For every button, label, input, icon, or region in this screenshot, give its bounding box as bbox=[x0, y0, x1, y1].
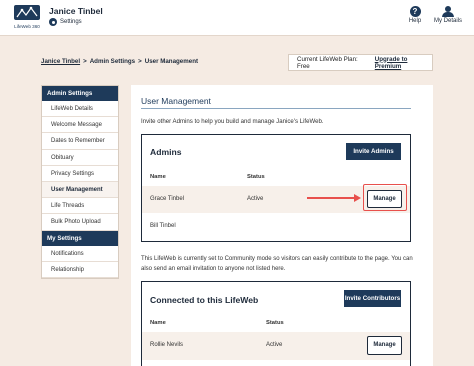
breadcrumb-separator: > bbox=[138, 58, 142, 65]
breadcrumb-item-user-management: User Management bbox=[144, 58, 199, 65]
help-label: Help bbox=[408, 18, 422, 24]
table-row: Rollie Nevils Active Manage bbox=[142, 332, 410, 360]
sidebar-item-dates-to-remember[interactable]: Dates to Remember bbox=[42, 133, 118, 150]
upgrade-link[interactable]: Upgrade to Premium bbox=[375, 56, 432, 70]
plan-box: Current LifeWeb Plan: Free Upgrade to Pr… bbox=[288, 54, 433, 71]
annotation-arrow-line bbox=[307, 197, 355, 199]
manage-button[interactable]: Manage bbox=[367, 336, 402, 355]
top-bar: LifeWeb 360 Janice Tinbel Settings ? Hel… bbox=[0, 0, 474, 36]
my-details-label: My Details bbox=[433, 18, 462, 24]
admin-name: Grace Tinbel bbox=[150, 196, 185, 202]
person-icon bbox=[442, 6, 454, 17]
sidebar-header-admin: Admin Settings bbox=[42, 86, 118, 101]
invite-admins-button[interactable]: Invite Admins bbox=[346, 143, 401, 160]
main-panel: User Management Invite other Admins to h… bbox=[131, 85, 433, 366]
sidebar-item-privacy-settings[interactable]: Privacy Settings bbox=[42, 166, 118, 182]
contributors-card: Connected to this LifeWeb Invite Contrib… bbox=[141, 281, 411, 366]
breadcrumb-item-janice[interactable]: Janice Tinbel bbox=[41, 58, 80, 65]
intro-text: Invite other Admins to help you build an… bbox=[141, 118, 324, 125]
logo-text: LifeWeb 360 bbox=[14, 24, 40, 29]
lifeweb-logo[interactable]: LifeWeb 360 bbox=[12, 4, 42, 30]
plan-text: Current LifeWeb Plan: Free bbox=[297, 55, 358, 70]
settings-label: Settings bbox=[60, 19, 82, 25]
sidebar: Admin Settings LifeWeb Details Welcome M… bbox=[41, 85, 119, 279]
table-row: Bill Tinbel bbox=[142, 213, 410, 240]
breadcrumb: Janice Tinbel > Admin Settings > User Ma… bbox=[41, 58, 198, 65]
contributor-status: Active bbox=[266, 342, 283, 348]
sidebar-item-notifications[interactable]: Notifications bbox=[42, 246, 118, 262]
admin-status: Active bbox=[247, 196, 264, 202]
annotation-arrow-icon bbox=[354, 194, 361, 202]
admins-title: Admins bbox=[150, 147, 182, 157]
sidebar-item-welcome-message[interactable]: Welcome Message bbox=[42, 117, 118, 134]
admin-name: Bill Tinbel bbox=[150, 223, 176, 229]
manage-button-highlight bbox=[363, 184, 407, 211]
sidebar-item-user-management[interactable]: User Management bbox=[42, 181, 118, 199]
help-icon: ? bbox=[409, 6, 421, 17]
title-divider bbox=[141, 108, 411, 109]
sidebar-item-obituary[interactable]: Obituary bbox=[42, 150, 118, 166]
sidebar-item-lifeweb-details[interactable]: LifeWeb Details bbox=[42, 101, 118, 118]
admins-col-name: Name bbox=[150, 174, 166, 180]
invite-contributors-button[interactable]: Invite Contributors bbox=[344, 290, 401, 307]
sidebar-item-relationship[interactable]: Relationship bbox=[42, 262, 118, 278]
admins-col-status: Status bbox=[247, 174, 265, 180]
header-user-name: Janice Tinbel bbox=[49, 6, 103, 16]
breadcrumb-item-admin-settings[interactable]: Admin Settings bbox=[90, 58, 135, 65]
my-details-button[interactable]: My Details bbox=[428, 6, 468, 24]
settings-link[interactable]: Settings bbox=[49, 18, 82, 26]
sidebar-item-life-threads[interactable]: Life Threads bbox=[42, 198, 118, 215]
community-mode-text: This LifeWeb is currently set to Communi… bbox=[141, 256, 413, 272]
contributors-col-status: Status bbox=[266, 320, 284, 326]
sidebar-item-bulk-photo-upload[interactable]: Bulk Photo Upload bbox=[42, 214, 118, 231]
help-button[interactable]: ? Help bbox=[404, 6, 426, 24]
contributors-title: Connected to this LifeWeb bbox=[150, 295, 259, 305]
sidebar-header-my-settings: My Settings bbox=[42, 230, 118, 246]
contributor-name: Rollie Nevils bbox=[150, 342, 184, 348]
contributors-col-name: Name bbox=[150, 320, 166, 326]
gear-icon bbox=[49, 18, 57, 26]
breadcrumb-separator: > bbox=[83, 58, 87, 65]
page-title: User Management bbox=[141, 96, 211, 106]
